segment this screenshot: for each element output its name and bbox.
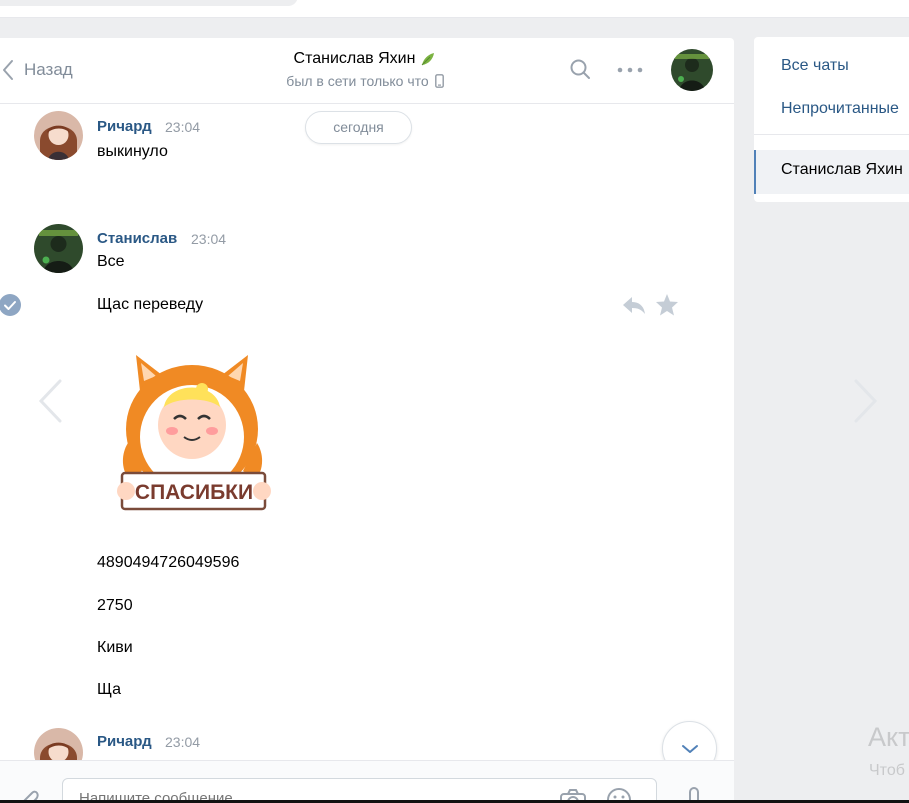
peer-name-row: Станислав Яхин: [294, 49, 437, 69]
chat-panel: Назад Станислав Яхин был в сети только ч…: [0, 38, 734, 803]
message-time[interactable]: 23:04: [165, 117, 200, 137]
message-text: выкинуло: [97, 143, 168, 160]
sidebar-item-unread[interactable]: Непрочитанные: [781, 100, 899, 118]
chevron-left-icon: [3, 60, 13, 80]
peer-status: был в сети только что: [286, 73, 429, 89]
sidebar-item-all-chats[interactable]: Все чаты: [781, 57, 849, 75]
message-text: Киви: [97, 639, 133, 656]
message-text: 2750: [97, 597, 133, 614]
chevron-down-icon: [681, 744, 698, 753]
chat-header: Назад Станислав Яхин был в сети только ч…: [0, 38, 734, 104]
peer-avatar[interactable]: [671, 49, 713, 91]
activation-watermark-title: Акт: [868, 722, 909, 752]
back-label: Назад: [24, 60, 73, 79]
message-author[interactable]: Станислав: [97, 229, 177, 249]
star-icon[interactable]: [655, 293, 679, 316]
sidebar-item-active-chat[interactable]: Станислав Яхин: [754, 150, 909, 194]
more-icon[interactable]: [617, 67, 643, 73]
avatar-stanislav[interactable]: [34, 224, 83, 273]
arrow-left-icon[interactable]: [36, 378, 64, 424]
top-search-pill[interactable]: [0, 0, 298, 6]
date-separator: сегодня: [305, 111, 412, 144]
reply-icon[interactable]: [622, 295, 646, 315]
message-text: Щас переведу: [97, 296, 204, 313]
search-icon[interactable]: [569, 58, 591, 80]
message-time[interactable]: 23:04: [165, 732, 200, 752]
check-icon: [4, 301, 16, 310]
message-author[interactable]: Ричард: [97, 732, 152, 752]
back-button[interactable]: Назад: [2, 56, 73, 84]
message-text: 4890494726049596: [97, 554, 240, 571]
message-list: сегодня Ричард 23:04 выкинуло Станислав …: [0, 105, 734, 777]
avatar-richard[interactable]: [34, 111, 83, 160]
peer-name: Станислав Яхин: [293, 50, 416, 67]
top-strip: [0, 0, 909, 18]
message-text: Все: [97, 253, 125, 270]
peer-info[interactable]: Станислав Яхин был в сети только что: [220, 49, 510, 91]
sticker[interactable]: СПАСИБКИ: [110, 351, 275, 511]
peer-status-row: был в сети только что: [220, 71, 510, 91]
sidebar-active-chat-label: Станислав Яхин: [781, 161, 903, 178]
sticker-text: СПАСИБКИ: [135, 481, 253, 504]
message-text: Ща: [97, 681, 122, 698]
arrow-right-icon[interactable]: [852, 378, 880, 424]
chat-sidebar: Все чаты Непрочитанные Станислав Яхин: [754, 37, 909, 202]
activation-watermark-text: Чтоб: [869, 762, 905, 779]
message-selected-check[interactable]: [0, 294, 21, 316]
sidebar-divider: [754, 134, 909, 135]
message-time[interactable]: 23:04: [191, 229, 226, 249]
phone-icon: [434, 74, 444, 88]
leaf-icon: [422, 53, 435, 66]
message-author[interactable]: Ричард: [97, 117, 152, 137]
composer: [0, 760, 734, 803]
